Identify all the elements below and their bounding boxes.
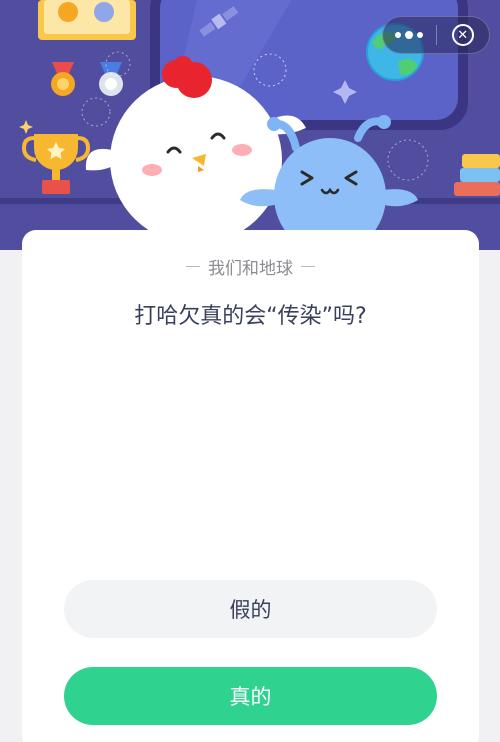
- answer-true-button[interactable]: 真的: [64, 667, 437, 725]
- more-dots-icon[interactable]: [383, 16, 436, 54]
- close-button[interactable]: ✕: [436, 16, 489, 54]
- silver-medal-icon: [99, 62, 123, 96]
- category-dash-left: [186, 266, 200, 267]
- category-label: 我们和地球: [208, 259, 293, 279]
- quiz-card: 我们和地球 打哈欠真的会“传染”吗? 假的 真的: [22, 230, 479, 742]
- answer-false-label: 假的: [229, 598, 272, 622]
- answer-false-button[interactable]: 假的: [64, 580, 437, 638]
- answer-true-label: 真的: [229, 685, 272, 709]
- header-illustration: ✕: [0, 0, 500, 250]
- category-dash-right: [301, 266, 315, 267]
- question-text: 打哈欠真的会“传染”吗?: [134, 304, 367, 329]
- quiz-category: 我们和地球: [22, 254, 479, 279]
- close-circle-icon: ✕: [451, 24, 474, 46]
- mini-program-capsule: ✕: [382, 16, 490, 54]
- gold-medal-icon: [51, 62, 75, 96]
